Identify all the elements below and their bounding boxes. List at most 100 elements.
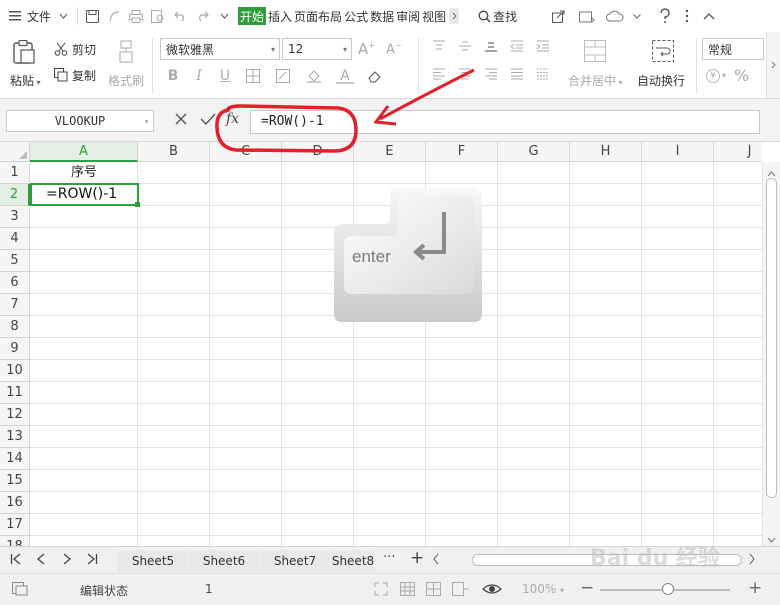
row-header-3[interactable]: 3 bbox=[0, 206, 30, 228]
more-options-icon[interactable] bbox=[626, 0, 648, 32]
help-icon[interactable] bbox=[654, 0, 676, 32]
sheet-tab-sheet7[interactable]: Sheet7 bbox=[260, 550, 330, 572]
font-name-select[interactable]: 微软雅黑 ▾ bbox=[160, 38, 280, 60]
row-header-6[interactable]: 6 bbox=[0, 272, 30, 294]
macro-icon[interactable] bbox=[12, 582, 28, 599]
print-icon[interactable] bbox=[125, 0, 147, 32]
horizontal-scroll-thumb[interactable] bbox=[472, 554, 742, 566]
tab-review[interactable]: 审阅 bbox=[395, 0, 421, 32]
vertical-scrollbar-track[interactable] bbox=[762, 162, 780, 546]
collapse-ribbon-icon[interactable] bbox=[698, 0, 720, 32]
insert-function-button[interactable]: fx bbox=[226, 111, 239, 127]
row-header-2[interactable]: 2 bbox=[0, 184, 30, 206]
row-header-17[interactable]: 17 bbox=[0, 514, 30, 536]
font-color-icon[interactable]: A bbox=[330, 68, 360, 84]
row-header-4[interactable]: 4 bbox=[0, 228, 30, 250]
hamburger-menu-icon[interactable] bbox=[4, 0, 26, 32]
more-sheets-button[interactable]: ··· bbox=[383, 550, 395, 565]
decrease-indent-icon[interactable] bbox=[504, 40, 530, 52]
tab-formulas[interactable]: 公式 bbox=[343, 0, 369, 32]
formula-input[interactable]: =ROW()-1 bbox=[250, 110, 760, 134]
cancel-formula-icon[interactable] bbox=[174, 112, 188, 129]
cell-a1[interactable]: 序号 bbox=[30, 162, 138, 183]
overflow-menu-icon[interactable] bbox=[676, 0, 698, 32]
scroll-down-icon[interactable] bbox=[767, 532, 776, 546]
column-header-g[interactable]: G bbox=[498, 142, 570, 162]
scroll-left-icon[interactable] bbox=[432, 553, 440, 568]
file-menu[interactable]: 文件 bbox=[26, 0, 52, 32]
row-header-1[interactable]: 1 bbox=[0, 162, 30, 184]
share-icon[interactable] bbox=[548, 0, 570, 32]
column-header-c[interactable]: C bbox=[210, 142, 282, 162]
currency-icon[interactable]: ¥ bbox=[706, 68, 720, 83]
row-header-5[interactable]: 5 bbox=[0, 250, 30, 272]
column-header-h[interactable]: H bbox=[570, 142, 642, 162]
column-header-a[interactable]: A bbox=[30, 142, 138, 162]
zoom-in-button[interactable]: + bbox=[748, 578, 762, 598]
column-header-e[interactable]: E bbox=[354, 142, 426, 162]
worksheet-grid[interactable]: ABCDEFGHIJ 123456789101112131415161718 序… bbox=[0, 142, 762, 546]
align-middle-icon[interactable] bbox=[452, 40, 478, 52]
align-left-icon[interactable] bbox=[426, 68, 452, 80]
row-header-13[interactable]: 13 bbox=[0, 426, 30, 448]
prev-sheet-icon[interactable] bbox=[36, 553, 46, 568]
number-format-select[interactable]: 常规 bbox=[702, 38, 764, 60]
merge-center-button[interactable]: 合并居中 ▾ bbox=[566, 38, 626, 92]
tab-page-layout[interactable]: 页面布局 bbox=[293, 0, 343, 32]
first-sheet-icon[interactable] bbox=[10, 553, 22, 568]
row-header-9[interactable]: 9 bbox=[0, 338, 30, 360]
align-center-icon[interactable] bbox=[452, 68, 478, 80]
save-icon[interactable] bbox=[81, 0, 103, 32]
column-header-j[interactable]: J bbox=[714, 142, 762, 162]
fill-handle[interactable] bbox=[135, 202, 140, 207]
name-box[interactable]: VLOOKUP ▾ bbox=[6, 110, 154, 132]
percent-button[interactable]: % bbox=[734, 66, 749, 85]
page-layout-view-icon[interactable] bbox=[426, 582, 441, 599]
tab-insert[interactable]: 插入 bbox=[267, 0, 293, 32]
row-header-18[interactable]: 18 bbox=[0, 536, 30, 546]
copy-button[interactable]: 复制 bbox=[54, 66, 96, 84]
row-header-7[interactable]: 7 bbox=[0, 294, 30, 316]
print-preview-icon[interactable] bbox=[147, 0, 169, 32]
vertical-scroll-thumb[interactable] bbox=[766, 178, 777, 498]
page-break-view-icon[interactable] bbox=[452, 582, 470, 599]
underline-icon[interactable]: U bbox=[212, 68, 238, 84]
sheet-tab-sheet6[interactable]: Sheet6 bbox=[189, 550, 259, 572]
wrap-text-button[interactable]: 自动换行 bbox=[634, 38, 692, 92]
tab-data[interactable]: 数据 bbox=[369, 0, 395, 32]
chevron-down-icon[interactable] bbox=[52, 0, 74, 32]
select-all-corner[interactable] bbox=[0, 142, 30, 162]
chevron-down-icon[interactable]: ▾ bbox=[722, 71, 726, 80]
column-header-i[interactable]: I bbox=[642, 142, 714, 162]
undo-icon[interactable] bbox=[169, 0, 191, 32]
align-top-icon[interactable] bbox=[426, 40, 452, 52]
column-header-d[interactable]: D bbox=[282, 142, 354, 162]
tab-home[interactable]: 开始 bbox=[237, 0, 267, 32]
distribute-icon[interactable] bbox=[530, 68, 556, 80]
ribbon-scroll-right[interactable] bbox=[766, 32, 780, 98]
zoom-level[interactable]: 100% ▾ bbox=[522, 582, 564, 596]
increase-font-icon[interactable]: A+ bbox=[358, 40, 375, 58]
row-header-11[interactable]: 11 bbox=[0, 382, 30, 404]
export-pdf-icon[interactable] bbox=[103, 0, 125, 32]
scroll-right-icon[interactable] bbox=[748, 553, 756, 568]
cell-a2-active[interactable]: =ROW()-1 bbox=[30, 183, 140, 207]
paste-button[interactable]: 粘贴 ▾ bbox=[6, 38, 42, 92]
row-header-14[interactable]: 14 bbox=[0, 448, 30, 470]
next-sheet-icon[interactable] bbox=[62, 553, 72, 568]
align-right-icon[interactable] bbox=[478, 68, 504, 80]
justify-icon[interactable] bbox=[504, 68, 530, 80]
cell-style-icon[interactable] bbox=[268, 69, 298, 83]
sheet-tab-sheet8[interactable]: Sheet8 bbox=[331, 550, 375, 572]
tab-view[interactable]: 视图 bbox=[421, 0, 447, 32]
border-icon[interactable] bbox=[238, 69, 268, 83]
row-header-8[interactable]: 8 bbox=[0, 316, 30, 338]
tab-scroll-right-icon[interactable] bbox=[449, 8, 460, 24]
align-bottom-icon[interactable] bbox=[478, 40, 504, 52]
add-sheet-button[interactable]: + bbox=[410, 548, 424, 568]
bold-icon[interactable]: B bbox=[160, 68, 186, 84]
row-header-16[interactable]: 16 bbox=[0, 492, 30, 514]
zoom-slider-thumb[interactable] bbox=[662, 583, 674, 595]
italic-icon[interactable]: I bbox=[186, 68, 212, 84]
column-header-f[interactable]: F bbox=[426, 142, 498, 162]
